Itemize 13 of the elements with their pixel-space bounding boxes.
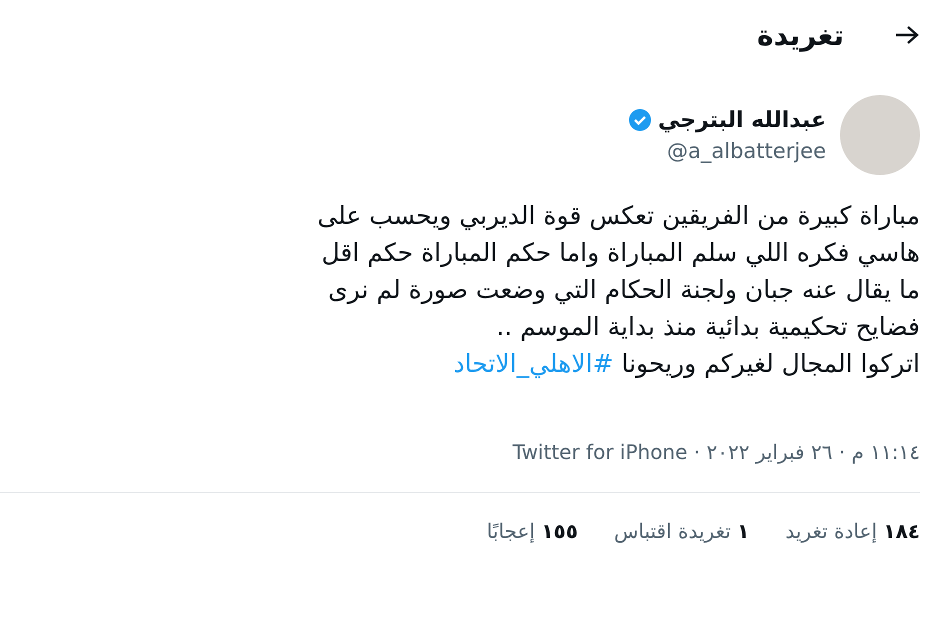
stat-link[interactable]: ١٥٥ إعجابًا [486,519,578,543]
tweet-timestamp: ١١:١٤ م · ٢٦ فبراير ٢٠٢٢ · Twitter for iPhone [512,440,920,464]
author-name[interactable]: عبدالله البترجي [658,108,826,132]
back-arrow-icon[interactable] [894,24,920,46]
tweet-text-line: فضايح تحكيمية بدائية منذ بداية الموسم .. [496,311,920,344]
stat-link[interactable]: ١٨٤ إعادة تغريد [785,519,920,543]
page-title: تغريدة [757,18,844,52]
tweet-text-line: ما يقال عنه جبان ولجنة الحكام التي وضعت صورة لم نرى [328,274,920,306]
tweet-text-line: مباراة كبيرة من الفريقين تعكس قوة الديربي ويحسب على [317,200,920,232]
tweet-text-line: اتركوا المجال لغيركم وريحونا #الاهلي_الاتحاد [454,348,920,380]
author-handle[interactable]: @a_albatterjee [628,138,826,162]
stat-link[interactable]: ١ تغريدة اقتباس [614,519,750,543]
tweet-text-line: هاسي فكره اللي سلم المباراة واما حكم المباراة حكم اقل [321,237,920,270]
